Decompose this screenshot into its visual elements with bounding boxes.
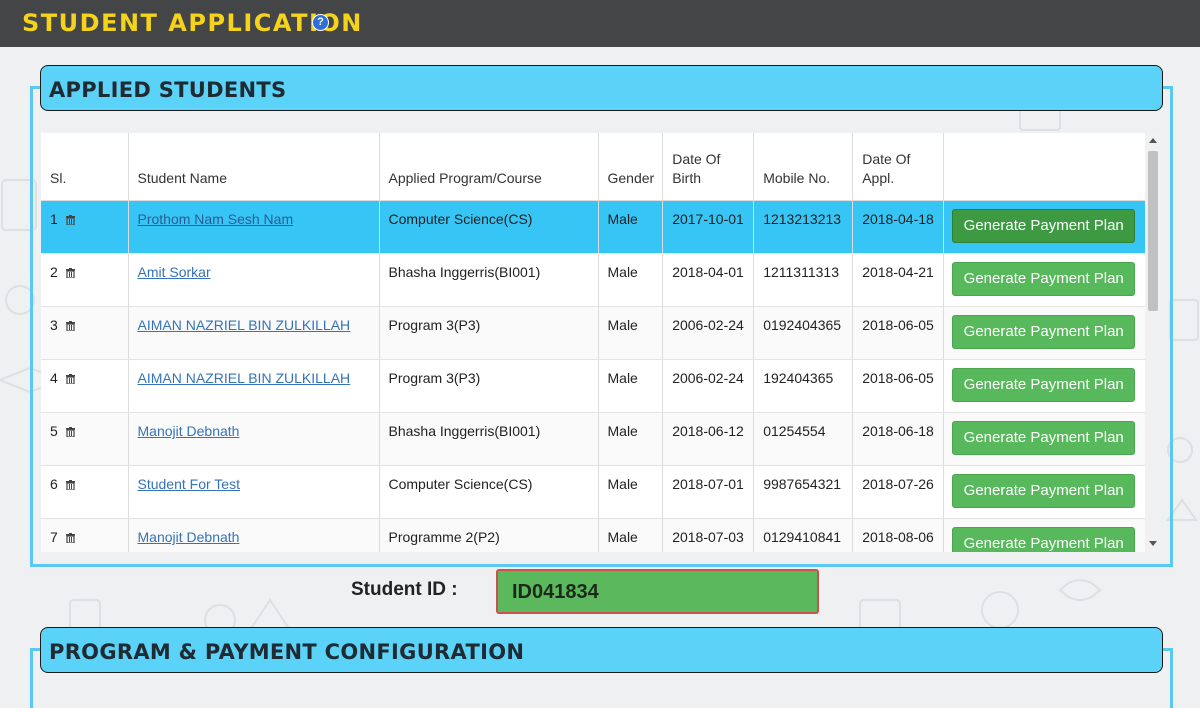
table-row[interactable]: 4 AIMAN NAZRIEL BIN ZULKILLAH Program 3(… <box>41 359 1147 413</box>
trash-icon[interactable] <box>65 427 75 437</box>
row-appl-date: 2018-04-18 <box>852 200 945 254</box>
row-mobile: 1211311313 <box>753 253 854 307</box>
row-gender: Male <box>598 412 664 466</box>
config-title: PROGRAM & PAYMENT CONFIGURATION <box>49 640 525 664</box>
row-dob: 2006-02-24 <box>662 306 755 360</box>
row-dob: 2006-02-24 <box>662 359 755 413</box>
row-gender: Male <box>598 253 664 307</box>
row-dob: 2017-10-01 <box>662 200 755 254</box>
row-gender: Male <box>598 518 664 552</box>
row-dob: 2018-07-03 <box>662 518 755 552</box>
config-header: PROGRAM & PAYMENT CONFIGURATION <box>40 627 1163 673</box>
generate-payment-plan-button[interactable]: Generate Payment Plan <box>952 209 1136 243</box>
table-scrollbar[interactable] <box>1145 133 1161 552</box>
scroll-down-icon[interactable] <box>1149 541 1157 546</box>
row-appl-date: 2018-07-26 <box>852 465 945 519</box>
table-row[interactable]: 7 Manojit Debnath Programme 2(P2) Male 2… <box>41 518 1147 552</box>
trash-icon[interactable] <box>65 374 75 384</box>
student-name-link[interactable]: Manojit Debnath <box>138 529 240 545</box>
col-header-appl-date[interactable]: Date Of Appl. <box>852 133 945 201</box>
row-dob: 2018-04-01 <box>662 253 755 307</box>
student-id-label: Student ID : <box>351 579 458 600</box>
trash-icon[interactable] <box>65 321 75 331</box>
student-name-link[interactable]: Prothom Nam Sesh Nam <box>138 211 294 227</box>
row-dob: 2018-07-01 <box>662 465 755 519</box>
table-row[interactable]: 2 Amit Sorkar Bhasha Inggerris(BI001) Ma… <box>41 253 1147 307</box>
trash-icon[interactable] <box>65 215 75 225</box>
col-header-dob[interactable]: Date Of Birth <box>662 133 755 201</box>
generate-payment-plan-button[interactable]: Generate Payment Plan <box>952 421 1136 455</box>
row-mobile: 192404365 <box>753 359 854 413</box>
table-header-row: Sl. Student Name Applied Program/Course … <box>41 133 1147 201</box>
generate-payment-plan-button[interactable]: Generate Payment Plan <box>952 368 1136 402</box>
row-appl-date: 2018-08-06 <box>852 518 945 552</box>
row-mobile: 9987654321 <box>753 465 854 519</box>
row-dob: 2018-06-12 <box>662 412 755 466</box>
top-bar: STUDENT APPLICATION ? <box>0 0 1200 47</box>
col-header-mobile[interactable]: Mobile No. <box>753 133 854 201</box>
trash-icon[interactable] <box>65 533 75 543</box>
col-header-action <box>943 133 1147 201</box>
row-sl: 5 <box>50 423 58 439</box>
row-appl-date: 2018-04-21 <box>852 253 945 307</box>
generate-payment-plan-button[interactable]: Generate Payment Plan <box>952 527 1136 552</box>
row-gender: Male <box>598 359 664 413</box>
generate-payment-plan-button[interactable]: Generate Payment Plan <box>952 262 1136 296</box>
row-sl: 6 <box>50 476 58 492</box>
student-name-link[interactable]: Manojit Debnath <box>138 423 240 439</box>
table-row[interactable]: 3 AIMAN NAZRIEL BIN ZULKILLAH Program 3(… <box>41 306 1147 360</box>
trash-icon[interactable] <box>65 268 75 278</box>
row-program: Computer Science(CS) <box>379 465 599 519</box>
col-header-program[interactable]: Applied Program/Course <box>379 133 599 201</box>
applied-students-table: Sl. Student Name Applied Program/Course … <box>41 133 1161 552</box>
col-header-sl[interactable]: Sl. <box>41 133 129 201</box>
row-gender: Male <box>598 306 664 360</box>
applied-students-title: APPLIED STUDENTS <box>49 78 287 102</box>
row-sl: 7 <box>50 529 58 545</box>
row-gender: Male <box>598 465 664 519</box>
col-header-gender[interactable]: Gender <box>598 133 664 201</box>
row-mobile: 0192404365 <box>753 306 854 360</box>
row-sl: 2 <box>50 264 58 280</box>
row-gender: Male <box>598 200 664 254</box>
student-name-link[interactable]: AIMAN NAZRIEL BIN ZULKILLAH <box>138 370 351 386</box>
row-program: Bhasha Inggerris(BI001) <box>379 253 599 307</box>
row-appl-date: 2018-06-18 <box>852 412 945 466</box>
student-name-link[interactable]: Student For Test <box>138 476 240 492</box>
generate-payment-plan-button[interactable]: Generate Payment Plan <box>952 315 1136 349</box>
row-program: Program 3(P3) <box>379 306 599 360</box>
generate-payment-plan-button[interactable]: Generate Payment Plan <box>952 474 1136 508</box>
row-appl-date: 2018-06-05 <box>852 306 945 360</box>
col-header-student-name[interactable]: Student Name <box>128 133 380 201</box>
row-sl: 3 <box>50 317 58 333</box>
scroll-up-icon[interactable] <box>1149 138 1157 143</box>
row-appl-date: 2018-06-05 <box>852 359 945 413</box>
table-row[interactable]: 6 Student For Test Computer Science(CS) … <box>41 465 1147 519</box>
row-mobile: 0129410841 <box>753 518 854 552</box>
row-mobile: 1213213213 <box>753 200 854 254</box>
row-program: Programme 2(P2) <box>379 518 599 552</box>
row-program: Computer Science(CS) <box>379 200 599 254</box>
student-name-link[interactable]: AIMAN NAZRIEL BIN ZULKILLAH <box>138 317 351 333</box>
student-name-link[interactable]: Amit Sorkar <box>138 264 211 280</box>
scrollbar-thumb[interactable] <box>1148 151 1158 311</box>
row-sl: 4 <box>50 370 58 386</box>
table-row[interactable]: 5 Manojit Debnath Bhasha Inggerris(BI001… <box>41 412 1147 466</box>
row-program: Program 3(P3) <box>379 359 599 413</box>
applied-students-header: APPLIED STUDENTS <box>40 65 1163 111</box>
row-mobile: 01254554 <box>753 412 854 466</box>
table-row[interactable]: 1 Prothom Nam Sesh Nam Computer Science(… <box>41 200 1147 254</box>
student-id-field[interactable]: ID041834 <box>496 569 819 614</box>
trash-icon[interactable] <box>65 480 75 490</box>
help-icon[interactable]: ? <box>312 14 329 31</box>
row-program: Bhasha Inggerris(BI001) <box>379 412 599 466</box>
row-sl: 1 <box>50 211 58 227</box>
